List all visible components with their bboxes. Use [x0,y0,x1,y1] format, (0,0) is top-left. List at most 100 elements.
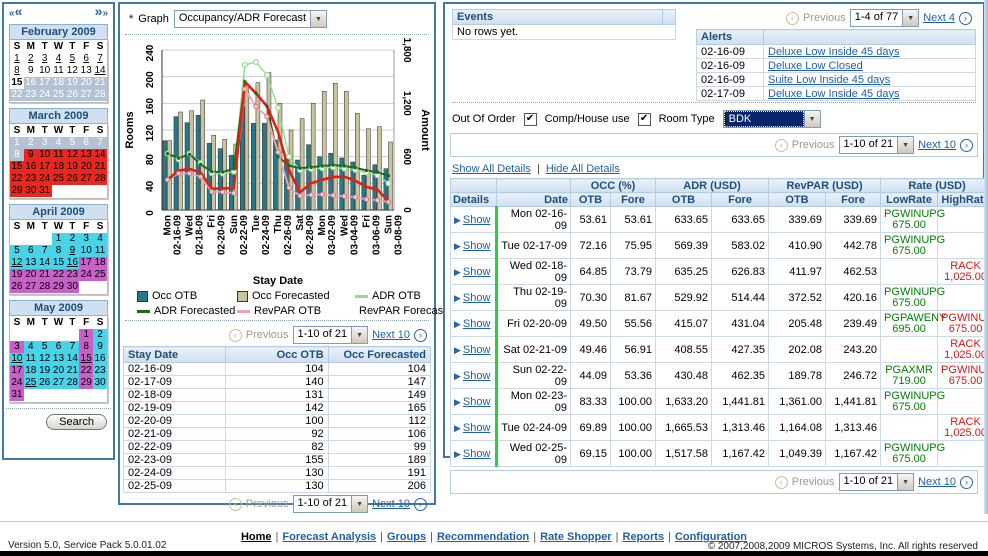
show-details-link[interactable]: Show [463,370,491,382]
calendar-day[interactable]: 10 [38,149,52,161]
room-type-select[interactable]: BDK ▼ [723,110,821,128]
calendar-day[interactable]: 30 [24,185,38,197]
next-page-icon[interactable]: › [959,12,972,25]
calendar-day[interactable]: 27 [52,377,66,389]
page-range-select[interactable]: 1-10 of 21▼ [293,495,369,513]
next-page-link[interactable]: Next 10 [372,329,410,341]
calendar-day[interactable]: 14 [93,65,107,77]
alert-link[interactable]: Deluxe Low Closed [768,60,863,72]
show-details-link[interactable]: Show [463,214,491,226]
show-details-link[interactable]: Show [463,318,491,330]
show-details-link[interactable]: Show [463,292,491,304]
calendar-day[interactable]: 9 [24,149,38,161]
calendar-day[interactable]: 15 [10,161,24,173]
footer-link-rate-shopper[interactable]: Rate Shopper [540,531,612,543]
show-details-link[interactable]: Show [463,422,491,434]
previous-page-icon[interactable]: ‹ [775,476,788,489]
calendar-day[interactable]: 3 [38,53,52,65]
calendar-day[interactable]: 14 [93,149,107,161]
calendar-day[interactable]: 12 [65,149,79,161]
page-range-select[interactable]: 1-10 of 21▼ [839,136,915,154]
calendar-day[interactable]: 7 [65,341,79,353]
calendar-day[interactable]: 17 [38,161,52,173]
calendar-day[interactable]: 12 [38,353,52,365]
hide-all-details-link[interactable]: Hide All Details [546,163,620,175]
calendar-day[interactable]: 8 [79,341,93,353]
calendar-day[interactable]: 21 [65,365,79,377]
calendar-day[interactable]: 29 [52,281,66,293]
calendar-day[interactable]: 5 [10,245,24,257]
calendar-day[interactable]: 21 [38,269,52,281]
calendar-day[interactable]: 5 [38,341,52,353]
next-page-link[interactable]: Next 10 [918,139,956,151]
calendar-day[interactable]: 14 [65,353,79,365]
calendar-day[interactable]: 10 [10,353,24,365]
calendar-day[interactable]: 19 [38,365,52,377]
calendar-day[interactable]: 22 [52,269,66,281]
calendar-day[interactable]: 11 [93,245,107,257]
calendar-day[interactable]: 7 [93,53,107,65]
calendar-day[interactable]: 2 [65,233,79,245]
calendar-day[interactable]: 11 [52,149,66,161]
calendar-day[interactable]: 16 [65,257,79,269]
calendar-day[interactable]: 8 [52,245,66,257]
footer-link-home[interactable]: Home [241,531,272,543]
calendar-day[interactable]: 28 [38,281,52,293]
show-details-link[interactable]: Show [463,266,491,278]
calendar-day[interactable]: 20 [79,161,93,173]
calendar-day[interactable]: 30 [93,377,107,389]
search-button[interactable]: Search [46,414,107,430]
calendar-day[interactable]: 23 [24,173,38,185]
graph-select[interactable]: Occupancy/ADR Forecast ▼ [174,10,327,28]
calendar-day[interactable]: 6 [24,245,38,257]
calendar-day[interactable]: 4 [52,53,66,65]
previous-page-icon[interactable]: ‹ [229,329,242,342]
calendar-day[interactable]: 23 [65,269,79,281]
calendar-next-button[interactable]: »» [95,5,108,20]
calendar-day[interactable]: 2 [93,329,107,341]
previous-page-icon[interactable]: ‹ [786,12,799,25]
calendar-day[interactable]: 22 [10,173,24,185]
calendar-day[interactable]: 27 [24,281,38,293]
calendar-day[interactable]: 28 [93,173,107,185]
calendar-day[interactable]: 15 [79,353,93,365]
calendar-day[interactable]: 18 [93,257,107,269]
next-page-link[interactable]: Next 10 [372,498,410,510]
calendar-day[interactable]: 17 [10,365,24,377]
calendar-day[interactable]: 15 [52,257,66,269]
calendar-day[interactable]: 3 [10,341,24,353]
calendar-day[interactable]: 9 [93,341,107,353]
calendar-day[interactable]: 30 [65,281,79,293]
next-page-icon[interactable]: › [960,476,973,489]
calendar-day[interactable]: 18 [52,161,66,173]
calendar-day[interactable]: 27 [79,173,93,185]
calendar-day[interactable]: 5 [65,53,79,65]
next-page-icon[interactable]: › [960,139,973,152]
calendar-day[interactable]: 26 [38,377,52,389]
calendar-day[interactable]: 10 [79,245,93,257]
calendar-day[interactable]: 3 [79,233,93,245]
footer-link-groups[interactable]: Groups [387,531,426,543]
footer-link-reports[interactable]: Reports [623,531,665,543]
footer-link-forecast-analysis[interactable]: Forecast Analysis [282,531,376,543]
page-range-select[interactable]: 1-4 of 77▼ [850,9,919,27]
calendar-day[interactable]: 20 [52,365,66,377]
calendar-day[interactable]: 18 [24,365,38,377]
show-all-details-link[interactable]: Show All Details [452,163,531,175]
alert-link[interactable]: Deluxe Low Inside 45 days [768,46,899,58]
calendar-day[interactable]: 23 [93,365,107,377]
calendar-day[interactable]: 28 [65,377,79,389]
calendar-day[interactable]: 13 [52,353,66,365]
calendar-day[interactable]: 19 [65,161,79,173]
next-page-icon[interactable]: › [414,498,427,511]
show-details-link[interactable]: Show [463,448,491,460]
calendar-day[interactable]: 29 [10,185,24,197]
calendar-day[interactable]: 19 [10,269,24,281]
calendar-day[interactable]: 26 [65,173,79,185]
calendar-day[interactable]: 31 [10,389,24,401]
show-details-link[interactable]: Show [463,396,491,408]
show-details-link[interactable]: Show [463,344,491,356]
calendar-day[interactable]: 25 [24,377,38,389]
calendar-day[interactable]: 31 [38,185,52,197]
page-range-select[interactable]: 1-10 of 21▼ [293,326,369,344]
